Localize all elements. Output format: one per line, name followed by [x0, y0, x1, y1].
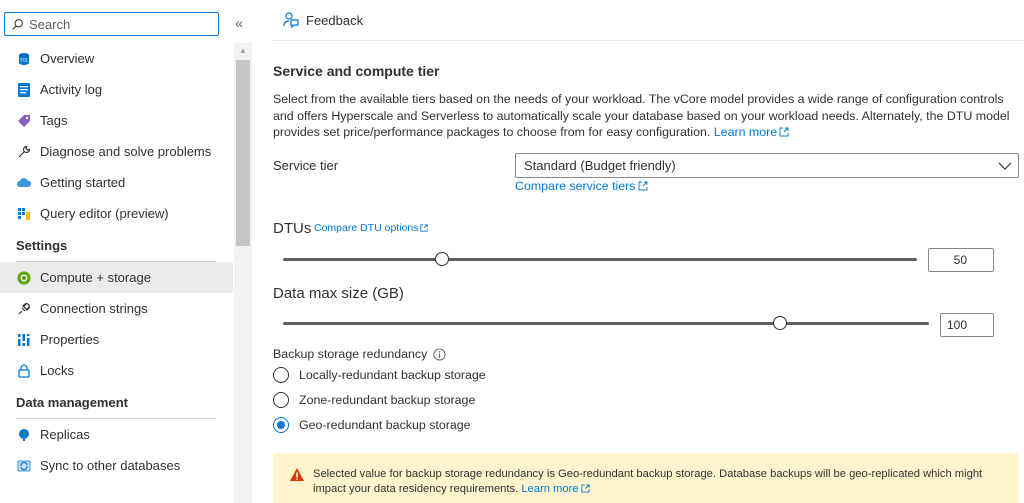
warning-icon — [290, 468, 304, 481]
warning-learn-more-link[interactable]: Learn more — [521, 483, 590, 495]
sidebar-scrollbar[interactable]: ▲ — [234, 43, 252, 503]
data-management-section-header: Data management — [16, 394, 128, 410]
sidebar-item-label: Activity log — [40, 82, 103, 97]
data-size-slider-track[interactable] — [283, 316, 929, 330]
external-link-icon — [420, 224, 429, 232]
info-icon[interactable] — [433, 347, 446, 361]
dtu-value-input[interactable]: 50 — [928, 248, 994, 272]
dtus-label: DTUs — [273, 220, 312, 237]
data-size-value-input[interactable]: 100 — [940, 313, 994, 337]
sidebar-item-properties[interactable]: Properties — [0, 324, 233, 355]
sidebar-item-label: Locks — [40, 363, 74, 378]
sidebar-item-getting-started[interactable]: Getting started — [0, 167, 233, 198]
service-tier-label: Service tier — [273, 158, 339, 173]
sidebar-item-replicas[interactable]: Replicas — [0, 419, 233, 450]
warning-learn-more-label: Learn more — [521, 483, 579, 495]
compare-dtu-options-link[interactable]: Compare DTU options — [314, 222, 429, 234]
feedback-button[interactable]: Feedback — [282, 11, 363, 29]
compare-service-tiers-link[interactable]: Compare service tiers — [515, 179, 648, 193]
external-link-icon — [779, 127, 789, 137]
backup-option-zone-redundant[interactable]: Zone-redundant backup storage — [273, 392, 475, 408]
sidebar-item-label: Connection strings — [40, 301, 148, 316]
sidebar-item-label: Overview — [40, 51, 95, 66]
toolbar: Feedback — [272, 0, 1024, 41]
section-description: Select from the available tiers based on… — [273, 91, 1021, 141]
sidebar-item-label: Sync to other databases — [40, 458, 181, 473]
sidebar-item-connection-strings[interactable]: Connection strings — [0, 293, 233, 324]
service-tier-value: Standard (Budget friendly) — [524, 158, 676, 173]
scrollbar-thumb[interactable] — [236, 60, 250, 246]
cloud-icon — [16, 175, 32, 191]
sidebar-item-compute-storage[interactable]: Compute + storage — [0, 262, 233, 293]
radio-button[interactable] — [273, 392, 289, 408]
sidebar-item-label: Query editor (preview) — [40, 206, 169, 221]
search-box[interactable] — [4, 12, 219, 36]
lock-icon — [16, 363, 32, 379]
sidebar-item-tags[interactable]: Tags — [0, 105, 233, 136]
radio-label: Locally-redundant backup storage — [299, 368, 486, 382]
sidebar: « SQL Overview Activity log Tags Diagnos… — [0, 0, 252, 503]
sidebar-item-label: Properties — [40, 332, 100, 347]
radio-button[interactable] — [273, 367, 289, 383]
sidebar-item-activity-log[interactable]: Activity log — [0, 74, 233, 105]
sidebar-item-label: Getting started — [40, 175, 126, 190]
external-link-icon — [580, 484, 590, 493]
service-tier-select[interactable]: Standard (Budget friendly) — [515, 153, 1019, 178]
backup-option-locally-redundant[interactable]: Locally-redundant backup storage — [273, 367, 486, 383]
compare-dtu-label: Compare DTU options — [314, 222, 419, 234]
svg-text:SQL: SQL — [20, 57, 29, 62]
sql-database-icon: SQL — [16, 51, 32, 67]
compute-icon — [16, 270, 32, 286]
radio-label: Geo-redundant backup storage — [299, 418, 471, 432]
warning-text: Selected value for backup storage redund… — [313, 467, 993, 503]
tag-icon — [16, 113, 32, 129]
chevron-down-icon — [998, 162, 1012, 170]
learn-more-label: Learn more — [713, 125, 778, 139]
sidebar-item-label: Replicas — [40, 427, 90, 442]
sidebar-item-sync[interactable]: Sync to other databases — [0, 450, 233, 481]
compare-tiers-label: Compare service tiers — [515, 179, 636, 193]
sidebar-item-label: Tags — [40, 113, 68, 128]
sidebar-item-locks[interactable]: Locks — [0, 355, 233, 386]
warning-message: Selected value for backup storage redund… — [313, 468, 983, 495]
search-icon — [12, 18, 23, 30]
scroll-up-arrow-icon[interactable]: ▲ — [234, 43, 252, 57]
sidebar-nav: SQL Overview Activity log Tags Diagnose … — [0, 43, 233, 481]
dtu-slider-track[interactable] — [283, 252, 917, 266]
dtu-slider-thumb[interactable] — [434, 252, 449, 266]
feedback-label: Feedback — [306, 12, 364, 28]
dtu-value: 50 — [953, 253, 967, 267]
globe-icon — [16, 427, 32, 443]
main-content: Feedback Service and compute tier Select… — [272, 0, 1024, 503]
activity-log-icon — [16, 82, 32, 98]
wrench-icon — [16, 144, 32, 160]
search-input[interactable] — [29, 16, 209, 32]
settings-section-header: Settings — [16, 237, 68, 253]
description-text: Select from the available tiers based on… — [273, 92, 1010, 139]
collapse-sidebar-button[interactable]: « — [231, 14, 247, 32]
sidebar-item-diagnose[interactable]: Diagnose and solve problems — [0, 136, 233, 167]
feedback-icon — [283, 12, 299, 29]
backup-option-geo-redundant[interactable]: Geo-redundant backup storage — [273, 417, 471, 433]
sidebar-item-query-editor[interactable]: Query editor (preview) — [0, 198, 233, 229]
radio-button-checked[interactable] — [273, 417, 289, 433]
query-editor-icon — [16, 206, 32, 222]
sync-icon — [16, 458, 32, 474]
warning-banner: Selected value for backup storage redund… — [273, 453, 1019, 503]
learn-more-link[interactable]: Learn more — [714, 125, 789, 139]
data-max-size-label: Data max size (GB) — [273, 285, 404, 302]
sidebar-item-overview[interactable]: SQL Overview — [0, 43, 233, 74]
plug-icon — [16, 301, 32, 317]
backup-redundancy-label: Backup storage redundancy — [273, 347, 446, 361]
section-title: Service and compute tier — [273, 63, 440, 79]
radio-label: Zone-redundant backup storage — [299, 393, 476, 407]
properties-icon — [16, 332, 32, 348]
data-size-value: 100 — [946, 318, 967, 332]
sidebar-item-label: Compute + storage — [40, 270, 151, 285]
sidebar-item-label: Diagnose and solve problems — [40, 144, 212, 159]
external-link-icon — [638, 181, 647, 191]
backup-redundancy-text: Backup storage redundancy — [273, 347, 428, 361]
data-size-slider-thumb[interactable] — [773, 316, 788, 330]
